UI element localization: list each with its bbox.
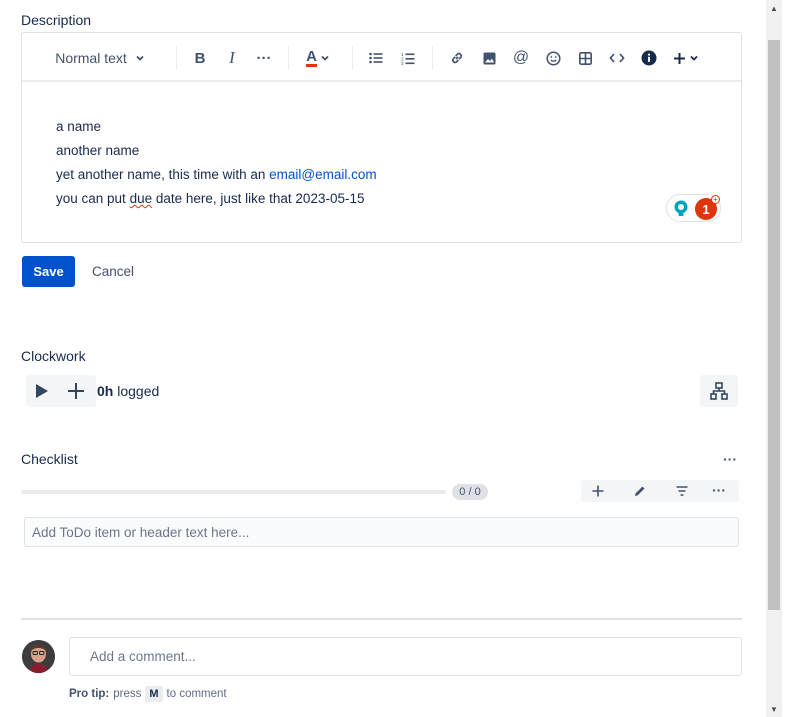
start-timer-button[interactable] — [28, 378, 56, 404]
code-button[interactable] — [605, 45, 629, 71]
lightbulb-icon — [674, 200, 688, 216]
chevron-down-icon — [321, 55, 329, 61]
editor-content[interactable]: a name another name yet another name, th… — [56, 115, 377, 211]
bullet-list-button[interactable] — [364, 45, 388, 71]
bold-button[interactable]: B — [188, 45, 212, 71]
cancel-button[interactable]: Cancel — [84, 256, 142, 287]
logged-time: 0h logged — [97, 383, 159, 399]
add-item-button[interactable] — [587, 482, 609, 500]
insert-more-button[interactable] — [669, 45, 703, 71]
user-photo-icon — [22, 640, 55, 673]
scrollbar-thumb[interactable] — [768, 40, 780, 610]
comments-divider — [21, 618, 742, 620]
editor-line: yet another name, this time with an emai… — [56, 167, 377, 182]
link-button[interactable] — [445, 45, 469, 71]
grammar-extension-badge[interactable]: 1 + — [666, 194, 721, 222]
mention-button[interactable]: @ — [509, 45, 533, 71]
description-title: Description — [21, 12, 92, 28]
editor-toolbar: Normal text B I ··· A 123 @ — [22, 33, 741, 82]
avatar[interactable] — [22, 640, 55, 673]
todo-input[interactable] — [24, 517, 739, 547]
editor-line: a name — [56, 119, 102, 134]
at-sign-icon: @ — [512, 49, 530, 66]
checklist-title: Checklist — [21, 451, 78, 467]
emoji-button[interactable] — [541, 45, 565, 71]
pencil-icon — [635, 486, 645, 496]
more-formatting-button[interactable]: ··· — [252, 45, 276, 71]
image-icon — [483, 52, 495, 64]
clockwork-toolbar — [26, 375, 96, 407]
edit-button[interactable] — [629, 482, 651, 500]
play-icon — [36, 384, 48, 398]
italic-button[interactable]: I — [220, 45, 244, 71]
numbered-list-icon: 123 — [401, 52, 415, 65]
hierarchy-button[interactable] — [700, 375, 738, 407]
log-work-button[interactable] — [62, 378, 90, 404]
misspelled-word[interactable]: due — [130, 191, 153, 206]
plus-icon — [592, 485, 604, 497]
chevron-down-icon — [136, 55, 144, 61]
bullet-list-icon — [369, 52, 383, 64]
emoji-icon — [545, 50, 561, 66]
table-icon — [578, 51, 592, 65]
editor-line: another name — [56, 143, 140, 158]
scroll-up-arrow[interactable]: ▲ — [766, 0, 782, 16]
numbered-list-button[interactable]: 123 — [396, 45, 420, 71]
checklist-progress-bar — [21, 490, 446, 494]
svg-text:3: 3 — [401, 61, 404, 65]
checklist-actions: ··· — [581, 480, 739, 502]
logged-label: logged — [117, 383, 160, 399]
scroll-down-arrow[interactable]: ▼ — [766, 701, 782, 717]
checklist-actions-more-button[interactable]: ··· — [708, 482, 730, 500]
checklist-counter: 0 / 0 — [452, 484, 488, 500]
pro-tip: Pro tip: press M to comment — [69, 686, 227, 702]
email-link[interactable]: email@email.com — [269, 167, 376, 182]
text-style-dropdown[interactable]: Normal text — [44, 45, 156, 71]
comment-input[interactable] — [69, 637, 742, 676]
protip-label: Pro tip: — [69, 688, 110, 700]
text-color-button[interactable]: A — [300, 45, 336, 71]
table-button[interactable] — [573, 45, 597, 71]
text-color-icon: A — [306, 48, 317, 67]
filter-button[interactable] — [671, 482, 693, 500]
save-button[interactable]: Save — [22, 256, 75, 287]
hierarchy-icon — [710, 382, 728, 400]
info-icon — [641, 50, 657, 66]
chevron-down-icon — [690, 55, 698, 61]
info-panel-button[interactable] — [637, 45, 661, 71]
description-editor[interactable]: Normal text B I ··· A 123 @ a name anoth… — [21, 32, 742, 243]
plus-icon — [674, 52, 685, 64]
logged-hours: 0h — [97, 383, 114, 399]
text-style-label: Normal text — [55, 50, 127, 66]
checklist-more-button[interactable]: ··· — [718, 451, 742, 467]
code-icon — [609, 53, 625, 63]
clockwork-title: Clockwork — [21, 348, 86, 364]
editor-line: you can put due date here, just like tha… — [56, 191, 365, 206]
filter-icon — [676, 486, 688, 496]
plus-icon — [68, 383, 84, 399]
plus-icon: + — [711, 195, 720, 204]
keyboard-shortcut-key: M — [145, 686, 163, 702]
link-icon — [452, 52, 462, 64]
image-button[interactable] — [477, 45, 501, 71]
